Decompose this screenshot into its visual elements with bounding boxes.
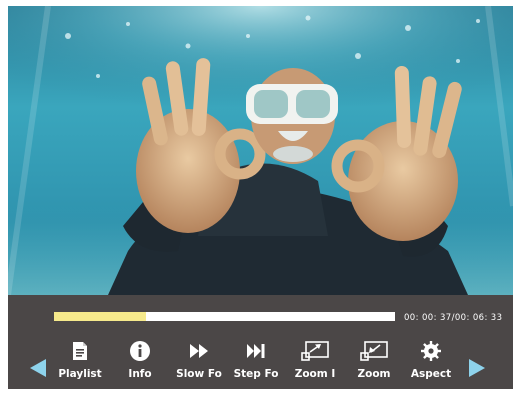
aspect-label: Aspect (410, 368, 452, 380)
playlist-icon (72, 339, 88, 363)
playlist-label: Playlist (58, 368, 102, 380)
triangle-left-icon[interactable] (30, 359, 46, 377)
progress-bar[interactable] (54, 312, 395, 321)
info-icon (129, 339, 151, 363)
aspect-button[interactable]: Aspect (406, 339, 456, 383)
step-forward-button[interactable]: Step Fo (232, 339, 280, 383)
zoom-button[interactable]: Zoom (352, 339, 396, 383)
zoom-in-button[interactable]: Zoom I (292, 339, 338, 383)
playlist-button[interactable]: Playlist (56, 339, 104, 383)
zoom-icon (360, 339, 388, 363)
triangle-right-icon[interactable] (469, 359, 485, 377)
info-button[interactable]: Info (120, 339, 160, 383)
video-image (8, 6, 513, 295)
media-player: 00: 00: 37/00: 06: 33 Playlist Info Slow… (8, 6, 513, 389)
step-forward-label: Step Fo (233, 368, 279, 380)
control-bar: 00: 00: 37/00: 06: 33 Playlist Info Slow… (8, 295, 513, 389)
slow-forward-label: Slow Fo (176, 368, 222, 380)
progress-fill (54, 312, 147, 321)
zoom-in-label: Zoom I (294, 368, 336, 380)
info-label: Info (128, 368, 152, 380)
slow-forward-button[interactable]: Slow Fo (174, 339, 224, 383)
slow-forward-icon (189, 339, 209, 363)
zoom-in-icon (301, 339, 329, 363)
aspect-gear-icon (420, 339, 442, 363)
video-frame[interactable] (8, 6, 513, 295)
step-forward-icon (246, 339, 266, 363)
zoom-label: Zoom (357, 368, 391, 380)
time-display: 00: 00: 37/00: 06: 33 (404, 313, 503, 323)
